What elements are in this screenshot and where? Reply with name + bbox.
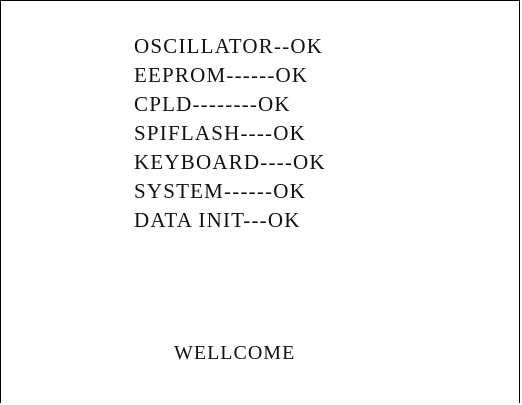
self-test-oscillator: OSCILLATOR--OK [134, 34, 324, 58]
self-test-spiflash: SPIFLASH----OK [134, 121, 306, 145]
self-test-list: OSCILLATOR--OK EEPROM------OK CPLD------… [134, 32, 326, 235]
self-test-keyboard: KEYBOARD----OK [134, 150, 326, 174]
welcome-message: WELLCOME [174, 342, 296, 364]
self-test-eeprom: EEPROM------OK [134, 63, 309, 87]
self-test-cpld: CPLD--------OK [134, 92, 291, 116]
self-test-data-init: DATA INIT---OK [134, 208, 301, 232]
boot-screen: OSCILLATOR--OK EEPROM------OK CPLD------… [0, 0, 520, 403]
self-test-system: SYSTEM------OK [134, 179, 306, 203]
